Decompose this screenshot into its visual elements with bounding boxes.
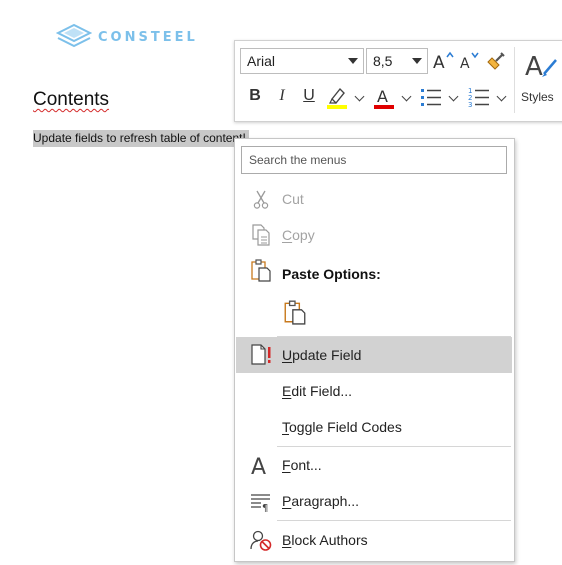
format-painter-button[interactable] bbox=[484, 49, 508, 73]
search-menus-input[interactable] bbox=[241, 146, 507, 174]
highlighter-icon bbox=[327, 87, 347, 109]
menu-item-paragraph[interactable]: ¶ Paragraph... bbox=[236, 483, 512, 519]
menu-item-copy[interactable]: Copy bbox=[236, 217, 512, 253]
shrink-font-button[interactable]: A bbox=[457, 49, 481, 73]
toolbar-divider bbox=[514, 47, 515, 113]
svg-text:A: A bbox=[460, 56, 470, 72]
paste-options-title: Paste Options: bbox=[282, 266, 381, 282]
menu-item-label: Block Authors bbox=[282, 532, 368, 548]
numbering-button[interactable]: 1 2 3 bbox=[467, 85, 491, 109]
document-heading[interactable]: Contents bbox=[33, 89, 109, 111]
format-painter-icon bbox=[487, 52, 505, 70]
menu-item-cut[interactable]: Cut bbox=[236, 181, 512, 217]
font-name-dropdown-icon[interactable] bbox=[348, 58, 358, 64]
styles-label: Styles bbox=[521, 90, 554, 104]
scissors-icon bbox=[253, 190, 269, 209]
font-color-dropdown-icon[interactable] bbox=[401, 91, 412, 102]
styles-icon: A bbox=[525, 52, 557, 82]
toc-field-text[interactable]: Update fields to refresh table of conten… bbox=[33, 130, 249, 147]
shrink-font-icon: A bbox=[460, 52, 479, 72]
numbering-dropdown-icon[interactable] bbox=[496, 91, 507, 102]
menu-item-update-field[interactable]: Update Field bbox=[236, 337, 512, 373]
bold-button[interactable]: B bbox=[245, 85, 265, 107]
italic-button[interactable]: I bbox=[272, 85, 292, 107]
svg-text:3: 3 bbox=[468, 101, 472, 109]
logo-text: CONSTEEL bbox=[98, 29, 198, 45]
svg-text:A: A bbox=[377, 87, 388, 106]
block-authors-icon bbox=[250, 530, 272, 551]
font-color-button[interactable]: A bbox=[372, 84, 396, 110]
font-name-combo[interactable]: Arial bbox=[240, 48, 364, 74]
mini-toolbar: Arial 8,5 A A A Styles B I U A 1 2 3 bbox=[234, 40, 562, 122]
menu-item-label: Update Field bbox=[282, 347, 362, 363]
bullets-button[interactable] bbox=[419, 85, 443, 109]
styles-button[interactable]: A bbox=[522, 47, 562, 83]
context-menu: Cut Copy Paste Options: Update Fiel bbox=[234, 138, 515, 562]
paste-keep-source-button[interactable] bbox=[282, 299, 308, 325]
consteel-logo-mark-icon bbox=[56, 23, 92, 48]
menu-separator bbox=[277, 520, 511, 521]
menu-item-label: Font... bbox=[282, 457, 322, 473]
font-size-combo[interactable]: 8,5 bbox=[366, 48, 428, 74]
font-color-icon: A bbox=[374, 87, 394, 109]
font-size-value: 8,5 bbox=[373, 53, 393, 69]
svg-text:A: A bbox=[525, 52, 543, 82]
grow-font-button[interactable]: A bbox=[431, 49, 455, 73]
grow-font-icon: A bbox=[433, 51, 454, 73]
highlight-button[interactable] bbox=[325, 84, 349, 110]
svg-text:¶: ¶ bbox=[262, 503, 268, 512]
menu-item-edit-field[interactable]: Edit Field... bbox=[236, 373, 512, 409]
menu-item-label: Copy bbox=[282, 227, 315, 243]
menu-item-label: Paragraph... bbox=[282, 493, 360, 509]
font-name-value: Arial bbox=[247, 53, 276, 69]
underline-button[interactable]: U bbox=[299, 85, 319, 107]
copy-icon bbox=[252, 224, 270, 246]
paste-options-icon bbox=[251, 259, 271, 282]
menu-item-label: Cut bbox=[282, 191, 304, 207]
paragraph-icon: ¶ bbox=[251, 494, 270, 512]
font-size-dropdown-icon[interactable] bbox=[412, 58, 422, 64]
consteel-logo: CONSTEEL bbox=[56, 22, 206, 52]
highlight-dropdown-icon[interactable] bbox=[354, 91, 365, 102]
menu-item-label: Edit Field... bbox=[282, 383, 353, 399]
menu-item-toggle-field-codes[interactable]: Toggle Field Codes bbox=[236, 409, 512, 445]
paste-keep-source-icon bbox=[284, 300, 306, 325]
svg-text:A: A bbox=[251, 455, 266, 476]
numbered-list-icon: 1 2 3 bbox=[468, 87, 489, 109]
menu-item-font[interactable]: A Font... bbox=[236, 447, 512, 483]
svg-text:A: A bbox=[433, 53, 445, 73]
menu-item-block-authors[interactable]: Block Authors bbox=[236, 522, 512, 558]
update-field-icon bbox=[251, 344, 271, 365]
bullets-dropdown-icon[interactable] bbox=[448, 91, 459, 102]
bullet-list-icon bbox=[421, 89, 441, 106]
font-icon: A bbox=[251, 455, 266, 476]
menu-item-label: Toggle Field Codes bbox=[282, 419, 402, 435]
